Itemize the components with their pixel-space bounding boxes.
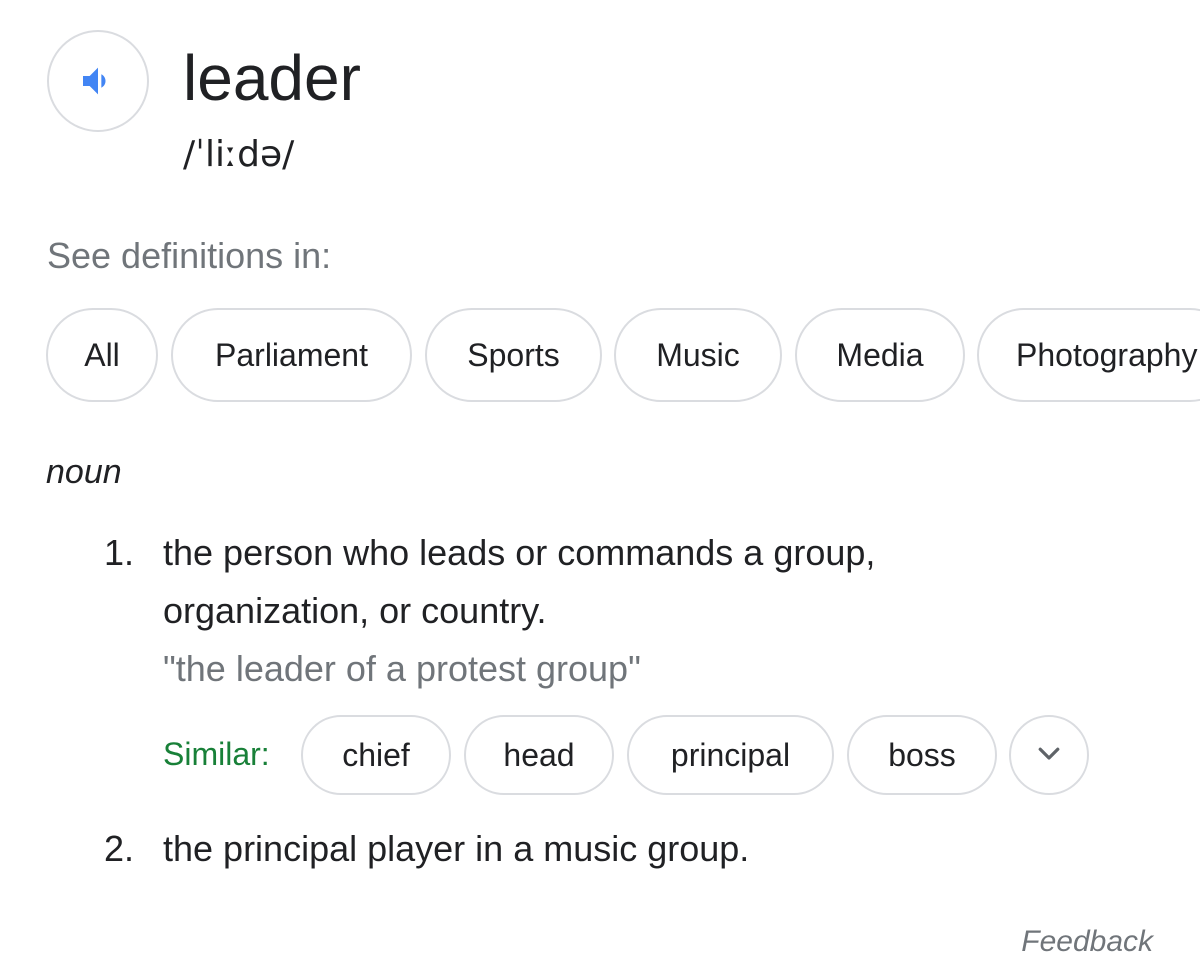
chip-media[interactable]: Media bbox=[795, 308, 965, 402]
similar-label: Similar: bbox=[163, 736, 270, 772]
definition-number: 2. bbox=[104, 828, 135, 869]
definition-text: the principal player in a music group. bbox=[163, 828, 750, 869]
phonetic-transcription: /ˈliːdə/ bbox=[183, 134, 295, 175]
chip-music[interactable]: Music bbox=[614, 308, 782, 402]
see-definitions-label: See definitions in: bbox=[47, 235, 332, 276]
part-of-speech: noun bbox=[46, 453, 122, 491]
pronunciation-play-button[interactable] bbox=[47, 30, 149, 132]
chip-sports[interactable]: Sports bbox=[425, 308, 602, 402]
synonym-chip-principal[interactable]: principal bbox=[627, 715, 834, 795]
definition-number: 1. bbox=[104, 532, 135, 573]
chip-photography[interactable]: Photography bbox=[977, 308, 1200, 402]
synonym-chip-boss[interactable]: boss bbox=[847, 715, 997, 795]
definition-text: the person who leads or commands a group… bbox=[163, 532, 876, 631]
chevron-down-icon bbox=[1034, 738, 1064, 773]
synonym-chip-head[interactable]: head bbox=[464, 715, 614, 795]
chip-all[interactable]: All bbox=[46, 308, 158, 402]
chip-parliament[interactable]: Parliament bbox=[171, 308, 412, 402]
speaker-volume-icon bbox=[78, 61, 118, 101]
feedback-link[interactable]: Feedback bbox=[1021, 922, 1153, 962]
expand-synonyms-button[interactable] bbox=[1009, 715, 1089, 795]
definition-domain-chips: All Parliament Sports Music Media Photog… bbox=[46, 308, 1200, 402]
synonym-chip-chief[interactable]: chief bbox=[301, 715, 451, 795]
headword: leader bbox=[183, 42, 361, 114]
definition-example: "the leader of a protest group" bbox=[163, 648, 641, 689]
